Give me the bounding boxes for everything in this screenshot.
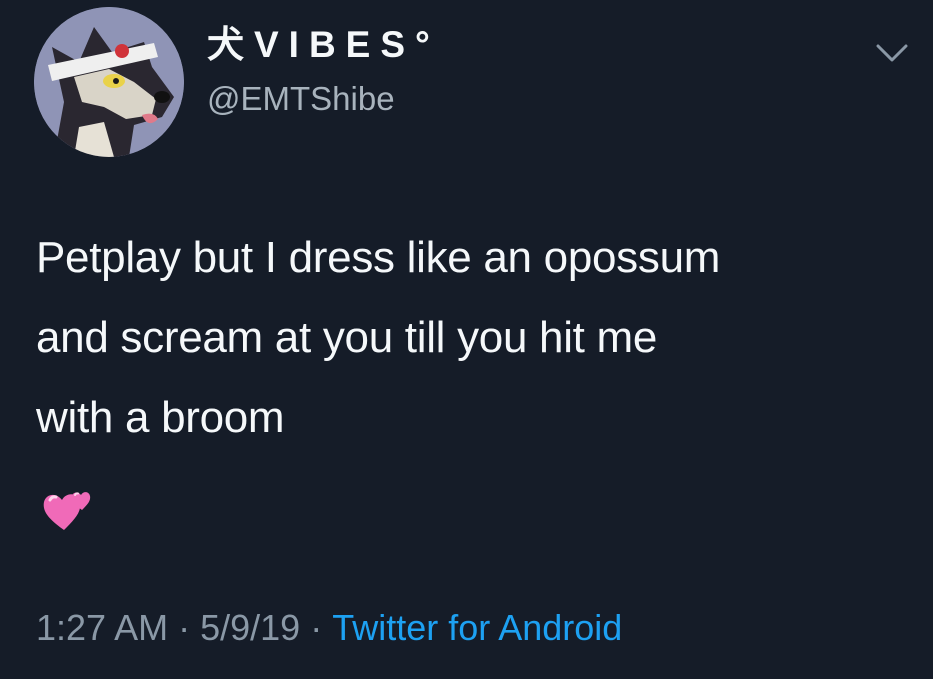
tweet-date[interactable]: 5/9/19: [200, 607, 300, 648]
wolf-avatar-icon: [34, 7, 184, 157]
user-handle[interactable]: @EMTShibe: [207, 82, 395, 115]
separator: ·: [178, 607, 191, 648]
tweet-source-link[interactable]: Twitter for Android: [332, 607, 622, 648]
separator: ·: [310, 607, 323, 648]
avatar[interactable]: [34, 7, 184, 157]
more-options-button[interactable]: [872, 38, 912, 68]
tweet-text: Petplay but I dress like an opossum and …: [36, 233, 721, 442]
tweet-time[interactable]: 1:27 AM: [36, 607, 168, 648]
tweet-meta: 1:27 AM · 5/9/19 · Twitter for Android: [36, 610, 622, 646]
two-hearts-icon: [40, 484, 96, 534]
tweet-card: 犬VIBES° @EMTShibe Petplay but I dress li…: [0, 0, 933, 679]
chevron-down-icon: [876, 44, 908, 62]
display-name[interactable]: 犬VIBES°: [207, 26, 440, 63]
